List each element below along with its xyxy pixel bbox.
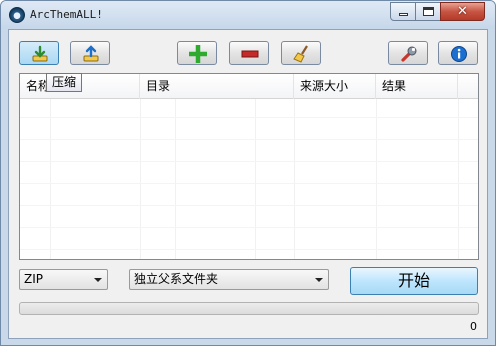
grid-line — [20, 183, 478, 184]
app-logo-icon — [9, 7, 25, 23]
format-select[interactable]: ZIP — [19, 269, 108, 290]
extract-button[interactable] — [70, 41, 110, 65]
list-body[interactable] — [20, 99, 478, 259]
grid-line — [50, 99, 51, 259]
destination-value: 独立父系文件夹 — [134, 272, 219, 286]
progress-bar — [19, 302, 479, 315]
add-button[interactable] — [177, 41, 217, 65]
grid-line — [20, 227, 478, 228]
close-button[interactable]: ✕ — [440, 2, 485, 21]
grid-line — [20, 139, 478, 140]
grid-line — [175, 99, 176, 259]
format-value: ZIP — [24, 272, 43, 286]
grid-line — [376, 99, 377, 259]
start-button[interactable]: 开始 — [350, 267, 478, 295]
compress-tooltip: 压缩 — [46, 73, 83, 92]
chevron-down-icon — [315, 278, 323, 282]
about-button[interactable] — [438, 41, 478, 65]
info-icon — [451, 46, 467, 62]
window-title: ArcThemALL! — [30, 8, 103, 21]
column-directory[interactable]: 目录 — [140, 74, 294, 99]
maximize-icon — [423, 7, 434, 16]
column-source-size[interactable]: 来源大小 — [294, 74, 376, 99]
remove-button[interactable] — [229, 41, 269, 65]
grid-line — [255, 99, 256, 259]
list-header: 名称 目录 来源大小 结果 — [20, 74, 478, 99]
grid-line — [20, 161, 478, 162]
settings-button[interactable] — [388, 41, 428, 65]
file-count: 0 — [470, 320, 477, 333]
maximize-button[interactable] — [415, 2, 441, 21]
grid-line — [458, 99, 459, 259]
wrench-icon — [401, 46, 417, 62]
clear-button[interactable] — [281, 41, 321, 65]
title-bar[interactable]: ArcThemALL! ✕ — [1, 1, 495, 29]
grid-line — [20, 249, 478, 250]
upload-arrow-icon — [83, 45, 99, 62]
minimize-icon — [399, 13, 408, 16]
close-icon: ✕ — [457, 4, 468, 19]
column-result[interactable]: 结果 — [376, 74, 458, 99]
compress-button[interactable] — [19, 41, 59, 65]
file-list[interactable]: 名称 目录 来源大小 结果 — [19, 73, 479, 260]
destination-select[interactable]: 独立父系文件夹 — [129, 269, 329, 290]
minus-icon — [241, 50, 259, 58]
app-window: ArcThemALL! ✕ 名称 目录 来源大小 结果 压缩 ZIP 独立父系文… — [0, 0, 496, 346]
grid-line — [20, 117, 478, 118]
grid-line — [294, 99, 295, 259]
broom-icon — [293, 45, 308, 63]
plus-icon — [189, 45, 207, 63]
grid-line — [140, 99, 141, 259]
download-arrow-icon — [32, 45, 48, 62]
grid-line — [20, 205, 478, 206]
minimize-button[interactable] — [390, 2, 416, 21]
main-panel: 名称 目录 来源大小 结果 压缩 ZIP 独立父系文件夹 开始 0 — [8, 29, 488, 339]
chevron-down-icon — [94, 278, 102, 282]
